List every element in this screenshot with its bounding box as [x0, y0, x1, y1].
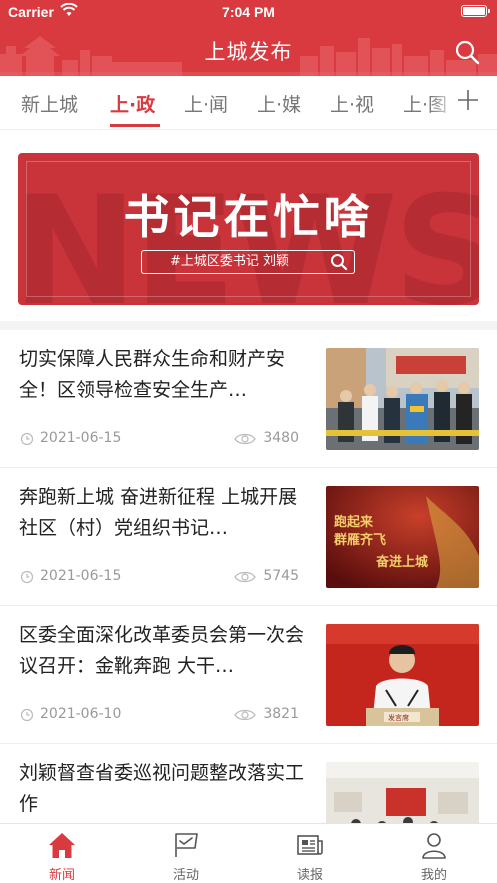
active-tab-indicator	[110, 124, 160, 127]
nav-newspaper-label: 读报	[296, 868, 323, 883]
news-views: 3821	[263, 706, 299, 722]
nav-newspaper[interactable]: 读报	[248, 824, 372, 883]
newspaper-icon	[297, 835, 323, 855]
news-item[interactable]: 区委全面深化改革委员会第一次会议召开：金靴奔跑 大干… 2021-06-10 3…	[0, 606, 497, 744]
banner-title: 书记在忙啥	[123, 190, 374, 244]
section-divider	[0, 321, 497, 330]
nav-news-label: 新闻	[48, 868, 75, 883]
search-icon[interactable]	[453, 38, 481, 66]
news-views: 5745	[263, 568, 299, 584]
eye-icon	[234, 571, 256, 583]
news-item[interactable]: 奔跑新上城 奋进新征程 上城开展社区（村）党组织书记… 2021-06-15 5…	[0, 468, 497, 606]
svg-text:发言席: 发言席	[388, 713, 409, 722]
status-time: 7:04 PM	[222, 4, 275, 20]
banner-carousel: NEWS 书记在忙啥 #上城区委书记 刘颖	[0, 131, 497, 330]
nav-profile[interactable]: 我的	[372, 824, 496, 883]
add-channel-icon[interactable]	[456, 88, 480, 112]
channel-tabs: 新上城 上·政 上·闻 上·媒 上·视 上·图	[0, 76, 497, 130]
svg-text:跑起来: 跑起来	[334, 514, 374, 530]
news-item[interactable]: 刘颖督查省委巡视问题整改落实工作	[0, 744, 497, 864]
tab-shang-shi[interactable]: 上·视	[330, 90, 374, 117]
eye-icon	[234, 433, 256, 445]
search-icon	[331, 254, 348, 271]
news-date: 2021-06-10	[40, 706, 122, 722]
news-title: 奔跑新上城 奋进新征程 上城开展社区（村）党组织书记…	[19, 486, 298, 539]
svg-text:群雁齐飞: 群雁齐飞	[334, 532, 386, 548]
tab-shang-mei[interactable]: 上·媒	[257, 90, 301, 117]
battery-icon	[461, 5, 490, 17]
home-icon	[49, 833, 75, 858]
news-title: 刘颖督查省委巡视问题整改落实工作	[19, 762, 305, 815]
bottom-tab-bar: 新闻 活动 读报 我的	[0, 823, 497, 883]
banner-tag-label: #上城区委书记 刘颖	[170, 254, 290, 269]
svg-text:奋进上城: 奋进上城	[375, 554, 428, 570]
news-thumbnail: 跑起来 群雁齐飞 奋进上城	[326, 486, 479, 588]
news-title: 切实保障人民群众生命和财产安全！区领导检查安全生产…	[19, 348, 286, 401]
tab-shang-zheng[interactable]: 上·政	[110, 90, 155, 117]
app-header: Carrier 7:04 PM 上城发布	[0, 0, 497, 76]
tab-shang-wen[interactable]: 上·闻	[184, 90, 228, 117]
news-title: 区委全面深化改革委员会第一次会议召开：金靴奔跑 大干…	[19, 624, 305, 677]
news-views: 3480	[263, 430, 299, 446]
clock-icon	[20, 570, 34, 584]
user-icon	[422, 833, 446, 859]
news-thumbnail: 发言席	[326, 624, 479, 726]
news-date: 2021-06-15	[40, 568, 122, 584]
nav-news[interactable]: 新闻	[0, 824, 124, 883]
page-title: 上城发布	[204, 40, 293, 64]
banner-tag: #上城区委书记 刘颖	[141, 250, 355, 274]
status-bar: Carrier 7:04 PM	[0, 0, 497, 26]
news-thumbnail	[326, 348, 479, 450]
banner-slide[interactable]: NEWS 书记在忙啥 #上城区委书记 刘颖	[18, 153, 479, 305]
news-item[interactable]: 切实保障人民群众生命和财产安全！区领导检查安全生产… 2021-06-15 34…	[0, 330, 497, 468]
clock-icon	[20, 708, 34, 722]
nav-profile-label: 我的	[420, 868, 447, 883]
clock-icon	[20, 432, 34, 446]
nav-activity[interactable]: 活动	[124, 824, 248, 883]
tab-xin-shangcheng[interactable]: 新上城	[21, 90, 78, 117]
tab-fade	[430, 76, 458, 129]
flag-icon	[175, 833, 198, 857]
nav-activity-label: 活动	[172, 868, 199, 883]
eye-icon	[234, 709, 256, 721]
news-date: 2021-06-15	[40, 430, 122, 446]
